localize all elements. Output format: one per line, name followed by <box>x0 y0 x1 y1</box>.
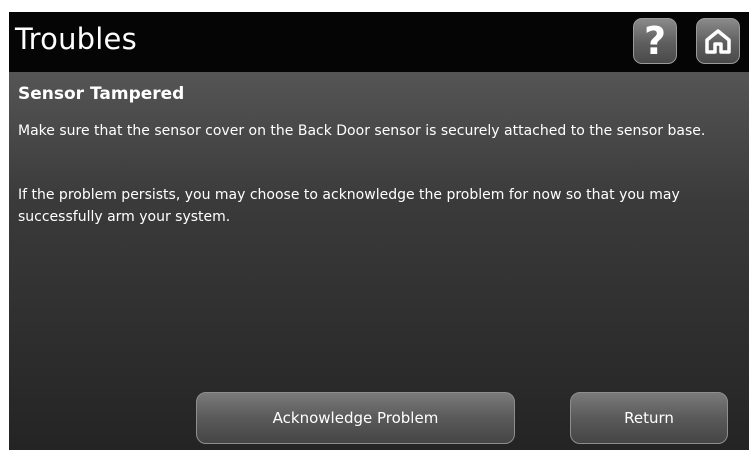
return-button[interactable]: Return <box>570 392 728 444</box>
trouble-instruction-text: Make sure that the sensor cover on the B… <box>18 123 706 139</box>
header-bar: Troubles ? <box>9 12 749 72</box>
return-label: Return <box>624 409 674 427</box>
trouble-title: Sensor Tampered <box>18 84 185 104</box>
help-button[interactable]: ? <box>633 18 677 64</box>
home-button[interactable] <box>696 18 740 64</box>
question-mark-icon: ? <box>643 19 667 63</box>
trouble-persist-text: If the problem persists, you may choose … <box>18 187 680 225</box>
acknowledge-problem-label: Acknowledge Problem <box>272 409 439 427</box>
acknowledge-problem-button[interactable]: Acknowledge Problem <box>196 392 515 444</box>
page-title: Troubles <box>15 22 137 56</box>
trouble-detail-panel: Sensor Tampered Make sure that the senso… <box>9 72 749 450</box>
home-icon <box>705 29 731 54</box>
troubles-screen: Troubles ? Sensor Tampered Make sure tha… <box>9 12 749 450</box>
